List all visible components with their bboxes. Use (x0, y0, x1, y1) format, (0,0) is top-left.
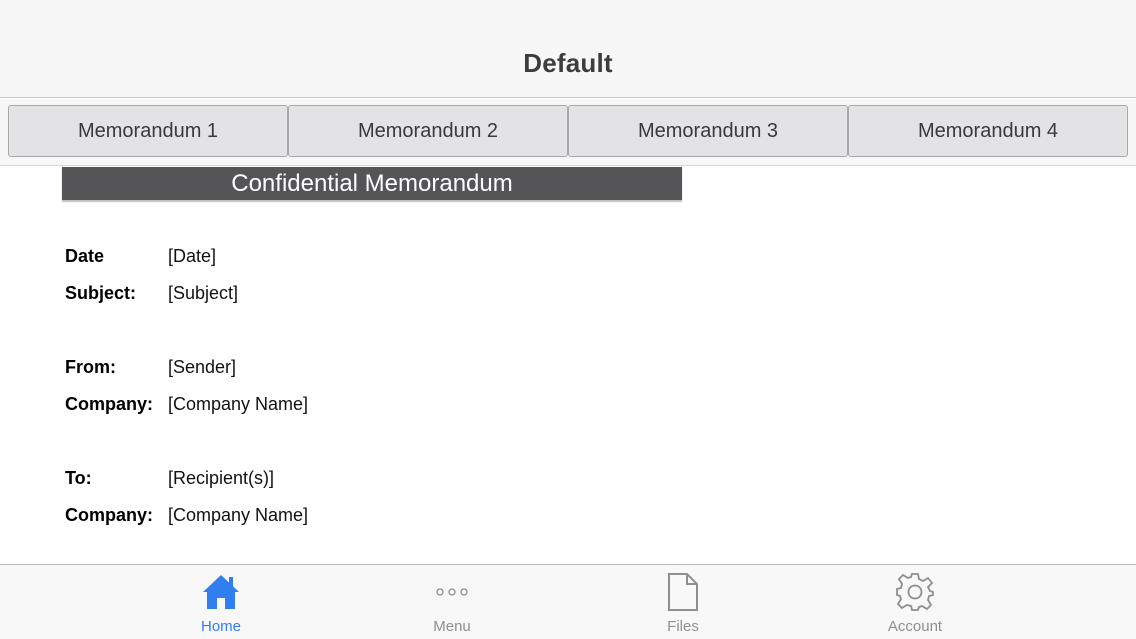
tab-bar-account[interactable]: Account (855, 571, 975, 635)
document-view[interactable]: Confidential Memorandum Date [Date] Subj… (0, 166, 1136, 564)
tab-bar-files[interactable]: Files (623, 571, 743, 635)
memorandum-tabs: Memorandum 1 Memorandum 2 Memorandum 3 M… (0, 99, 1136, 166)
gear-icon (895, 571, 935, 612)
tab-bar-label: Home (200, 618, 241, 635)
field-from: From: [Sender] (65, 355, 236, 379)
field-to: To: [Recipient(s)] (65, 466, 274, 490)
tab-bar-home[interactable]: Home (161, 571, 281, 635)
field-value[interactable]: [Company Name] (168, 394, 308, 415)
page-title: Default (523, 48, 613, 78)
field-recipient-company: Company: [Company Name] (65, 503, 308, 527)
more-icon (432, 571, 472, 612)
tab-bar-label: Files (667, 618, 699, 635)
field-label: Date (65, 245, 105, 266)
tab-bar-label: Account (887, 618, 943, 635)
tab-bar-menu[interactable]: Menu (392, 571, 512, 635)
field-sender-company: Company: [Company Name] (65, 392, 308, 416)
field-value[interactable]: [Subject] (168, 283, 238, 304)
tab-memorandum-1[interactable]: Memorandum 1 (8, 105, 288, 157)
document-banner: Confidential Memorandum (62, 167, 682, 200)
tab-memorandum-3[interactable]: Memorandum 3 (568, 105, 848, 157)
field-value[interactable]: [Sender] (168, 357, 236, 378)
field-label: Subject: (65, 282, 137, 303)
field-label: From: (65, 356, 116, 377)
field-value[interactable]: [Company Name] (168, 505, 308, 526)
field-label: Company: (65, 393, 154, 414)
bottom-tab-bar: Home Menu Files Account (0, 564, 1136, 639)
field-label: To: (65, 467, 92, 488)
tab-memorandum-2[interactable]: Memorandum 2 (288, 105, 568, 157)
tab-bar-label: Menu (433, 618, 471, 635)
app-window: Default Memorandum 1 Memorandum 2 Memora… (0, 0, 1136, 639)
field-date: Date [Date] (65, 244, 216, 268)
field-value[interactable]: [Date] (168, 246, 216, 267)
file-icon (663, 571, 703, 612)
tab-memorandum-4[interactable]: Memorandum 4 (848, 105, 1128, 157)
navigation-bar: Default (0, 0, 1136, 98)
field-value[interactable]: [Recipient(s)] (168, 468, 274, 489)
field-label: Company: (65, 504, 154, 525)
home-icon (201, 571, 241, 612)
field-subject: Subject: [Subject] (65, 281, 238, 305)
